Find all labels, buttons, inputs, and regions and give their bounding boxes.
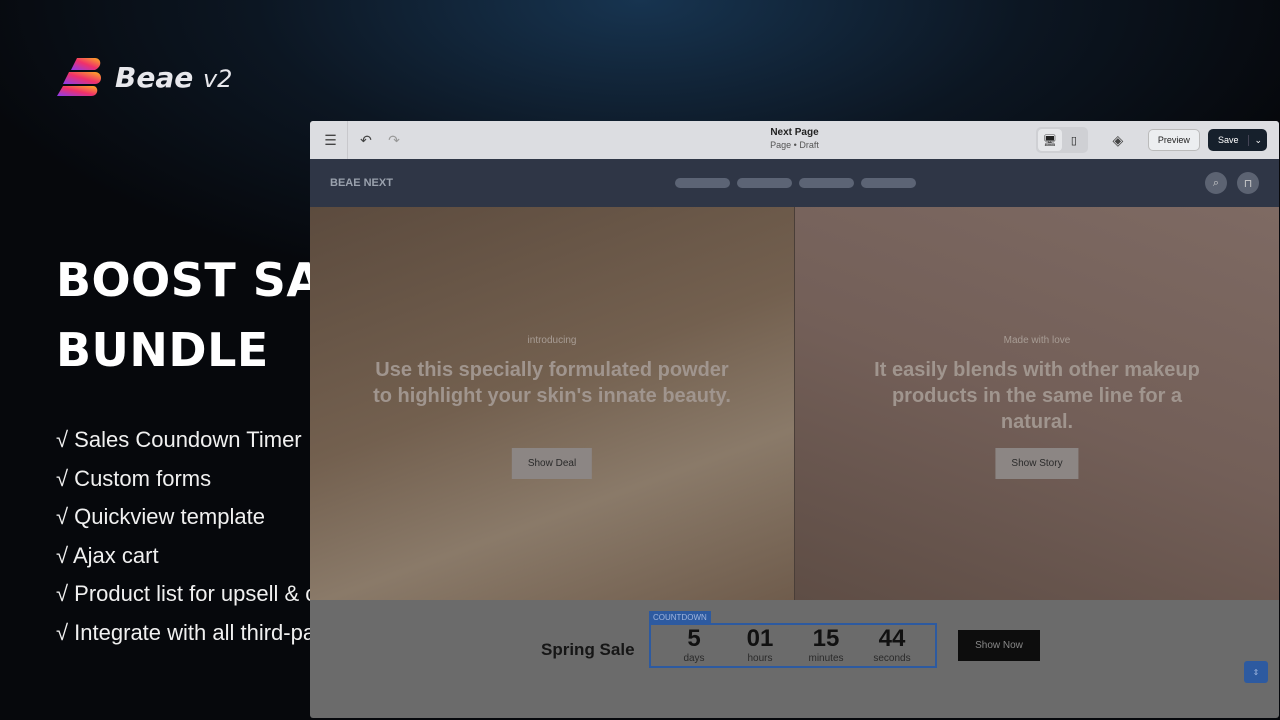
beae-logo-icon — [57, 58, 101, 96]
editor-toolbar: ☰ ↶ ↷ Next Page Page • Draft 🖥 ▯ ◈ Previ… — [310, 121, 1279, 159]
countdown-value: 15 — [812, 625, 840, 652]
show-story-button[interactable]: Show Story — [995, 448, 1079, 479]
show-now-button[interactable]: Show Now — [958, 630, 1040, 661]
hero-section: introducing Use this specially formulate… — [310, 207, 1279, 600]
nav-link[interactable] — [737, 178, 792, 188]
countdown-value: 44 — [878, 625, 906, 652]
countdown-unit: 44 seconds — [862, 625, 922, 666]
hero-eyebrow: Made with love — [1003, 335, 1071, 346]
resize-handle-icon[interactable]: ⇕ — [1244, 661, 1268, 683]
hero-panel: introducing Use this specially formulate… — [310, 207, 794, 600]
show-deal-button[interactable]: Show Deal — [511, 448, 593, 479]
nav-link[interactable] — [861, 178, 916, 188]
undo-icon[interactable]: ↶ — [352, 126, 380, 154]
countdown-timer[interactable]: 5 days 01 hours 15 minutes 44 seconds — [649, 623, 937, 668]
countdown-unit: 5 days — [664, 625, 724, 666]
nav-link[interactable] — [675, 178, 730, 188]
device-switcher: 🖥 ▯ — [1035, 127, 1088, 153]
mobile-icon[interactable]: ▯ — [1062, 129, 1086, 151]
nav-link[interactable] — [799, 178, 854, 188]
redo-icon[interactable]: ↷ — [380, 126, 408, 154]
countdown-value: 01 — [746, 625, 774, 652]
hero-heading: It easily blends with other makeup produ… — [874, 359, 1200, 433]
countdown-unit: 15 minutes — [796, 625, 856, 666]
style-icon[interactable]: ◈ — [1104, 126, 1132, 154]
store-brand[interactable]: BEAE NEXT — [330, 177, 393, 189]
countdown-label: days — [683, 653, 705, 664]
chevron-down-icon[interactable]: ⌄ — [1248, 134, 1267, 146]
brand-version: v2 — [202, 64, 233, 93]
logo: Beae v2 — [57, 56, 232, 98]
countdown-unit: 01 hours — [730, 625, 790, 666]
hero-eyebrow: introducing — [527, 335, 577, 346]
store-nav: BEAE NEXT ⌕ ⊓ — [310, 159, 1279, 207]
hero-panel: Made with love It easily blends with oth… — [794, 207, 1279, 600]
editor-window: ☰ ↶ ↷ Next Page Page • Draft 🖥 ▯ ◈ Previ… — [310, 121, 1279, 718]
countdown-title: Spring Sale — [541, 640, 635, 659]
countdown-label: seconds — [873, 653, 911, 664]
desktop-icon[interactable]: 🖥 — [1037, 129, 1062, 151]
save-label: Save — [1217, 135, 1239, 145]
hero-heading: Use this specially formulated powder to … — [373, 359, 731, 407]
search-icon[interactable]: ⌕ — [1205, 172, 1227, 194]
cart-icon[interactable]: ⊓ — [1237, 172, 1259, 194]
countdown-value: 5 — [687, 625, 701, 652]
preview-button[interactable]: Preview — [1147, 129, 1200, 151]
countdown-label: minutes — [808, 653, 844, 664]
save-button[interactable]: Save ⌄ — [1207, 129, 1267, 151]
menu-icon[interactable]: ☰ — [314, 121, 348, 159]
brand-name: Beae — [115, 60, 194, 94]
countdown-label: hours — [747, 653, 773, 664]
countdown-section: Spring Sale COUNTDOWN 5 days 01 hours 15 mi… — [310, 600, 1279, 718]
